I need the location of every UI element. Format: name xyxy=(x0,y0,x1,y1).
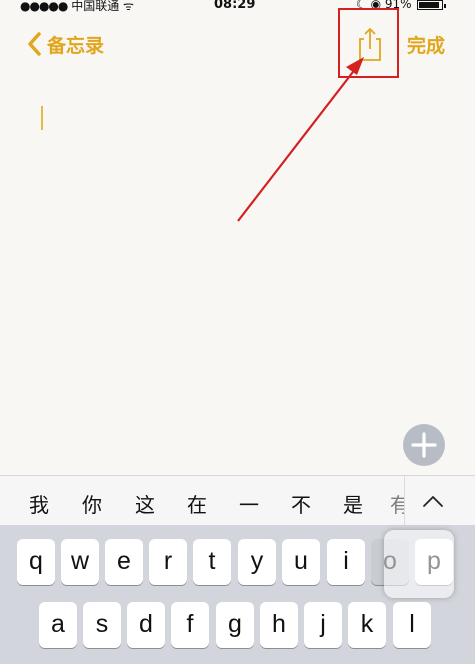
candidate-item[interactable]: 不 xyxy=(286,489,316,518)
plus-icon xyxy=(411,432,437,458)
status-bar: ●●●●● 中国联通 ᯤ 08:29 ☾ ◉ 91% xyxy=(0,0,475,14)
candidate-bar: 我 你 这 在 一 不 是 有 xyxy=(0,475,475,526)
candidate-item[interactable]: 是 xyxy=(338,489,368,518)
battery-tip xyxy=(444,3,447,8)
key-k[interactable]: k xyxy=(348,602,386,648)
signal-strength-icon: ●●●●● xyxy=(20,0,68,13)
wifi-icon: ᯤ xyxy=(123,0,134,13)
key-r[interactable]: r xyxy=(149,539,187,585)
status-left: ●●●●● 中国联通 ᯤ xyxy=(20,0,134,14)
status-time: 08:29 xyxy=(214,0,256,12)
key-e[interactable]: e xyxy=(105,539,143,585)
moon-icon: ☾ xyxy=(356,0,367,11)
key-j[interactable]: j xyxy=(304,602,342,648)
battery-icon xyxy=(417,0,447,10)
status-right: ☾ ◉ 91% xyxy=(356,0,447,11)
candidate-item[interactable]: 我 xyxy=(24,489,54,518)
back-label: 备忘录 xyxy=(47,34,105,57)
key-i[interactable]: i xyxy=(327,539,365,585)
text-caret xyxy=(41,106,43,130)
add-button[interactable] xyxy=(403,424,445,466)
key-d[interactable]: d xyxy=(127,602,165,648)
key-t[interactable]: t xyxy=(193,539,231,585)
key-u[interactable]: u xyxy=(282,539,320,585)
candidate-item[interactable]: 这 xyxy=(130,489,160,518)
carrier-label: 中国联通 xyxy=(71,0,120,13)
chevron-up-icon xyxy=(423,496,443,507)
candidate-item[interactable]: 一 xyxy=(234,489,264,518)
candidate-item[interactable]: 在 xyxy=(182,489,212,518)
key-l[interactable]: l xyxy=(393,602,431,648)
key-w[interactable]: w xyxy=(61,539,99,585)
candidate-item[interactable]: 你 xyxy=(77,489,107,518)
battery-percent: 91% xyxy=(384,0,412,11)
key-y[interactable]: y xyxy=(238,539,276,585)
chevron-left-icon xyxy=(28,32,41,56)
key-o[interactable]: o xyxy=(371,539,409,585)
share-button[interactable] xyxy=(354,26,386,62)
key-f[interactable]: f xyxy=(171,602,209,648)
key-h[interactable]: h xyxy=(260,602,298,648)
notes-screen: ●●●●● 中国联通 ᯤ 08:29 ☾ ◉ 91% 备忘录 完成 我 你 这 … xyxy=(0,0,475,664)
key-s[interactable]: s xyxy=(83,602,121,648)
key-p[interactable]: p xyxy=(415,539,453,585)
candidate-expand-button[interactable] xyxy=(404,476,475,526)
key-q[interactable]: q xyxy=(17,539,55,585)
rotation-lock-icon: ◉ xyxy=(370,0,382,11)
key-a[interactable]: a xyxy=(39,602,77,648)
back-button[interactable]: 备忘录 xyxy=(24,30,104,58)
share-icon xyxy=(359,27,381,61)
done-button[interactable]: 完成 xyxy=(407,31,445,58)
battery-level xyxy=(419,1,440,8)
key-g[interactable]: g xyxy=(216,602,254,648)
